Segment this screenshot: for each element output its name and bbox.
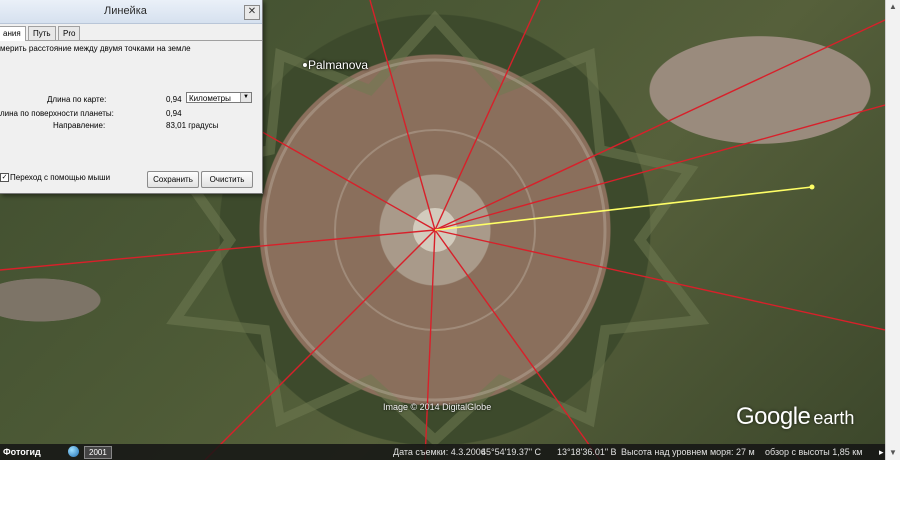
map-length-label: Длина по карте: <box>47 95 107 104</box>
latitude-readout: 45°54'19.37" С <box>481 447 542 457</box>
tab-pro[interactable]: Pro <box>58 26 81 40</box>
save-button[interactable]: Сохранить <box>147 171 199 188</box>
unit-select[interactable]: Километры ▼ <box>186 92 252 103</box>
ground-length-value: 0,94 <box>166 109 182 118</box>
heading-label: Направление: <box>53 121 106 130</box>
radial-line <box>434 229 885 331</box>
place-marker-icon <box>303 63 307 67</box>
clear-button[interactable]: Очистить <box>201 171 253 188</box>
mouse-navigation-label: Переход с помощью мыши <box>10 173 111 182</box>
close-icon[interactable]: ✕ <box>244 5 260 20</box>
historical-imagery-year[interactable]: 2001 <box>84 446 112 459</box>
ruler-measure-line[interactable] <box>434 186 813 231</box>
imagery-date: Дата съемки: 4.3.2006 <box>393 447 486 457</box>
tab-path[interactable]: Путь <box>28 26 56 40</box>
scroll-up-icon[interactable]: ▲ <box>889 2 897 11</box>
chevron-down-icon[interactable]: ▼ <box>240 93 251 102</box>
mouse-navigation-checkbox[interactable]: ✓ <box>0 173 9 182</box>
google-earth-logo: Google earth <box>736 403 855 430</box>
radial-line <box>204 229 436 460</box>
ruler-description: мерить расстояние между двумя точками на… <box>0 44 191 53</box>
radial-line <box>424 229 436 460</box>
ruler-dialog: Линейка ✕ ания Путь Pro мерить расстояни… <box>0 0 263 194</box>
radial-line <box>434 19 885 231</box>
scroll-down-icon[interactable]: ▼ <box>889 448 897 457</box>
tour-guide-button[interactable]: Фотогид <box>3 444 41 460</box>
elevation-readout: Высота над уровнем моря: 27 м <box>621 447 755 457</box>
place-label[interactable]: Palmanova <box>308 58 368 72</box>
ground-length-label: лина по поверхности планеты: <box>0 109 114 118</box>
longitude-readout: 13°18'36.01" В <box>557 447 617 457</box>
map-length-value: 0,94 <box>166 95 182 104</box>
ruler-tabs: ания Путь Pro <box>0 26 262 41</box>
ruler-end-point[interactable] <box>809 184 815 190</box>
status-bar: Фотогид 2001 Дата съемки: 4.3.2006 45°54… <box>0 444 885 460</box>
tab-line[interactable]: ания <box>0 26 26 41</box>
dialog-title: Линейка <box>104 5 147 17</box>
eye-altitude-readout: обзор с высоты 1,85 км <box>765 447 863 457</box>
status-arrow-icon[interactable]: ▸ <box>879 444 884 460</box>
heading-value: 83,01 градусы <box>166 121 219 130</box>
radial-line <box>434 229 601 460</box>
globe-icon[interactable] <box>68 446 79 457</box>
vertical-scrollbar[interactable]: ▲ ▼ <box>885 0 900 460</box>
dialog-titlebar[interactable]: Линейка ✕ <box>0 0 262 24</box>
imagery-attribution: Image © 2014 DigitalGlobe <box>383 402 492 412</box>
